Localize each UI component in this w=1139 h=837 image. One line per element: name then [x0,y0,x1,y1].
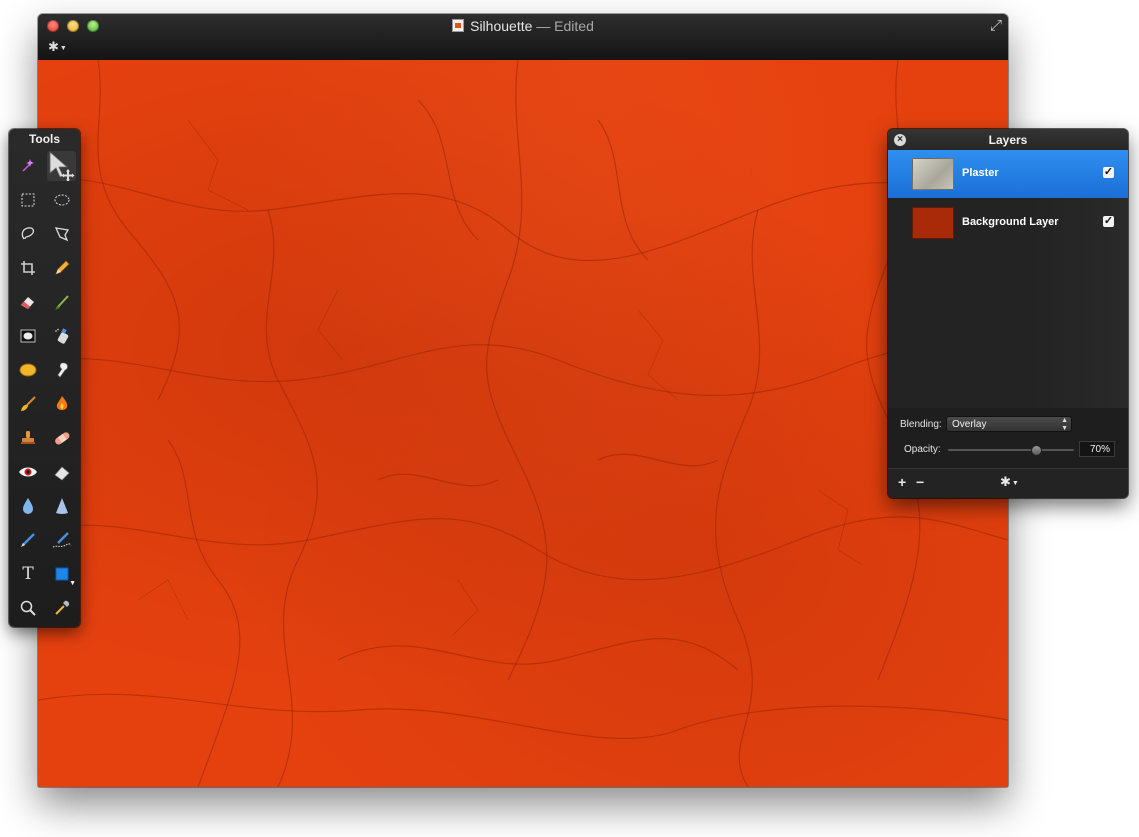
layer-name: Background Layer [962,216,1059,228]
opacity-slider[interactable] [948,445,1074,456]
layer-visibility-checkbox[interactable]: ✓ [1103,167,1114,178]
ellipse-select-icon[interactable] [45,183,78,217]
crop-icon[interactable] [11,251,45,285]
tool-grid: T ▼ [11,149,78,625]
blur-drop-icon[interactable] [11,489,45,523]
tools-palette: Tools T ▼ [9,129,80,627]
layer-name: Plaster [962,167,999,179]
image-canvas[interactable] [38,60,1008,787]
opacity-slider-knob[interactable] [1031,445,1043,456]
gear-icon[interactable]: ✱▼ [48,40,67,56]
layers-title: Layers [988,133,1028,147]
chevron-down-icon: ▼ [1011,480,1019,487]
shape-icon[interactable]: ▼ [45,557,78,591]
tools-title: Tools [28,132,61,146]
blending-label: Blending: [900,419,942,430]
magic-wand-icon[interactable] [11,149,45,183]
opacity-field[interactable]: 70% [1079,441,1115,457]
lasso-icon[interactable] [11,217,45,251]
window-title: Silhouette — Edited [38,17,1008,35]
move-arrow-icon[interactable] [45,149,78,183]
eraser-icon[interactable] [11,285,45,319]
gear-icon[interactable]: ✱▼ [1000,474,1019,492]
plaster-cracks [38,60,1008,787]
pen-icon[interactable] [11,523,45,557]
freeform-pen-icon[interactable] [45,523,78,557]
vignette-icon[interactable] [11,319,45,353]
sharpen-cone-icon[interactable] [45,489,78,523]
bandage-icon[interactable] [45,421,78,455]
opacity-label: Opacity: [904,444,941,455]
main-window: Silhouette — Edited ⤢ ✱▼ [38,14,1008,787]
pencil-icon[interactable] [45,251,78,285]
sweep-brush-icon[interactable] [11,387,45,421]
brush-icon[interactable] [45,285,78,319]
title-separator: — [532,18,555,34]
burn-icon[interactable] [45,387,78,421]
erase-block-icon[interactable] [45,455,78,489]
chevron-updown-icon: ▲ ▼ [1061,417,1068,432]
layers-header: × Layers [888,129,1128,150]
polygon-lasso-icon[interactable] [45,217,78,251]
rect-select-icon[interactable] [11,183,45,217]
text-icon[interactable]: T [11,557,45,591]
zoom-icon[interactable] [11,591,45,625]
eyedropper-icon[interactable] [45,591,78,625]
layers-footer: + − ✱▼ [888,468,1128,498]
blending-select[interactable]: Overlay ▲ ▼ [946,416,1072,432]
layer-visibility-checkbox[interactable]: ✓ [1103,216,1114,227]
spray-icon[interactable] [45,319,78,353]
smudge-icon[interactable] [45,353,78,387]
chevron-down-icon: ▼ [59,45,67,52]
title-status: Edited [554,18,594,34]
titlebar: Silhouette — Edited ⤢ ✱▼ [38,14,1008,61]
fullscreen-icon[interactable]: ⤢ [990,17,1002,35]
sponge-icon[interactable] [11,353,45,387]
remove-layer-button[interactable]: − [916,474,924,490]
add-layer-button[interactable]: + [898,474,906,490]
blending-value: Overlay [952,419,987,430]
layer-row-plaster[interactable]: Plaster ✓ [888,150,1128,198]
red-eye-icon[interactable] [11,455,45,489]
layers-panel: × Layers Plaster ✓ Background Layer ✓ Bl… [888,129,1128,498]
layer-list: Plaster ✓ Background Layer ✓ [888,150,1128,408]
document-icon [452,19,465,32]
document-name: Silhouette [470,18,533,34]
text-tool-glyph: T [22,563,34,584]
layer-row-background[interactable]: Background Layer ✓ [888,199,1128,247]
layer-thumbnail [912,158,954,190]
stamp-icon[interactable] [11,421,45,455]
chevron-down-icon: ▼ [69,580,76,587]
layer-thumbnail [912,207,954,239]
